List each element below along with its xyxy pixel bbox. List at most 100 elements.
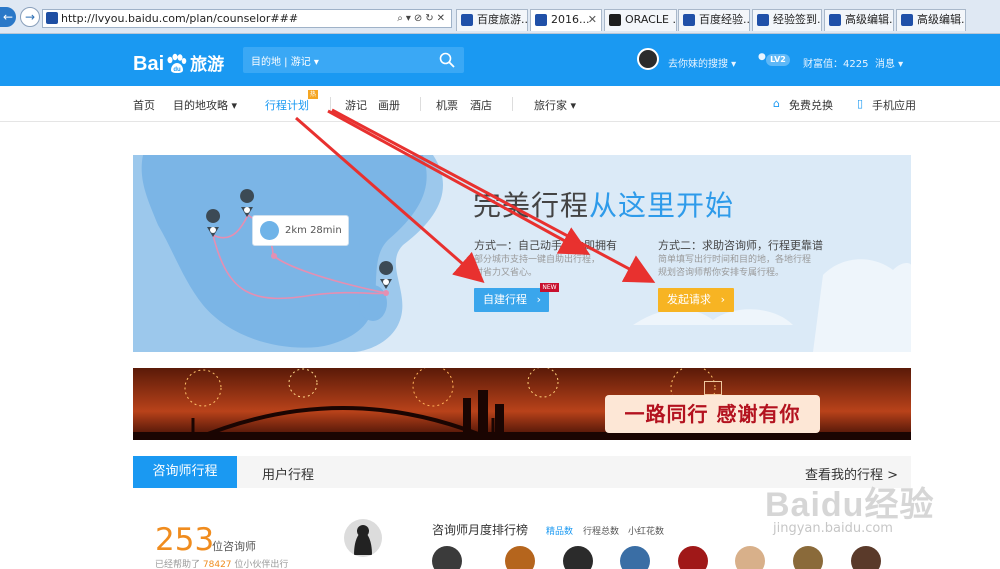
logo-text: Bai: [133, 53, 165, 75]
mode1-desc: 时省力又省心。: [474, 268, 538, 278]
rank-by-flowers[interactable]: 小红花数: [628, 524, 664, 537]
helped-suffix: 位小伙伴出行: [234, 560, 289, 569]
watermark-brand: Baidu经验: [765, 486, 935, 524]
baidu-jingyan-watermark: Baidu经验 jingyan.baidu.com: [765, 477, 935, 536]
tab-favicon-icon: [461, 14, 473, 26]
browser-tab-2[interactable]: 2016... ✕: [530, 9, 602, 31]
forward-button[interactable]: →: [20, 7, 40, 27]
browser-tab-6[interactable]: 高级编辑...: [824, 9, 894, 31]
browser-tab-5[interactable]: 经验签到...: [752, 9, 822, 31]
helped-prefix: 已经帮助了: [155, 560, 201, 569]
nav-item-travelogue[interactable]: 游记: [345, 97, 367, 113]
nav-divider: [330, 97, 331, 111]
banner-title-a: 完美行程: [473, 189, 590, 222]
promo-text: 一路同行 感谢有你: [605, 395, 820, 433]
send-request-button[interactable]: 发起请求 ›: [658, 288, 734, 312]
ranked-consultant-avatar[interactable]: [678, 546, 708, 569]
user-avatar[interactable]: [637, 48, 659, 70]
tab-label: 经验签到...: [773, 13, 821, 26]
tab-label: 百度旅游...: [477, 13, 528, 26]
route-distance-time: 2km 28min: [285, 225, 342, 236]
tab-favicon-icon: [609, 14, 621, 26]
address-url: http://lvyou.baidu.com/plan/counselor###: [61, 12, 299, 25]
ranked-consultant-avatar[interactable]: [432, 546, 462, 569]
banner-title: 完美行程从这里开始: [473, 184, 734, 224]
tab-label: 高级编辑...: [845, 13, 893, 26]
nav-divider: [420, 97, 421, 111]
mode2-title: 方式二：求助咨询师，行程更靠谱: [658, 239, 823, 252]
ranked-consultant-avatar[interactable]: [505, 546, 535, 569]
avatar-image: [354, 525, 372, 555]
watermark-url: jingyan.baidu.com: [773, 521, 893, 536]
tab-label: 百度经验...: [699, 13, 750, 26]
nav-divider: [512, 97, 513, 111]
browser-tab-4[interactable]: 百度经验...: [678, 9, 750, 31]
self-build-trip-button[interactable]: 自建行程 ›: [474, 288, 549, 312]
svg-text:du: du: [173, 67, 181, 73]
new-badge: NEW: [540, 283, 559, 292]
rank-by-quality[interactable]: 精品数: [546, 524, 573, 537]
search-box[interactable]: 目的地 | 游记 ▾: [243, 47, 464, 73]
tab-label: ORACLE ...: [625, 13, 676, 26]
wealth-value: 财富值：4225: [803, 59, 869, 70]
hot-badge: 热: [308, 90, 318, 99]
phone-icon: ▯: [857, 97, 864, 110]
mobile-app-link[interactable]: 手机应用: [872, 97, 916, 113]
mode2-desc: 规划咨询师帮你安排专属行程。: [658, 268, 785, 278]
browser-tab-3[interactable]: ORACLE ...: [604, 9, 677, 31]
nav-item-traveler[interactable]: 旅行家 ▾: [534, 97, 576, 113]
tab-label: 高级编辑...: [917, 13, 965, 26]
ranked-consultant-avatar[interactable]: [563, 546, 593, 569]
browser-tab-1[interactable]: 百度旅游...: [456, 9, 528, 31]
username-menu[interactable]: 去你妹的搜搜 ▾: [668, 55, 736, 70]
rank-by-total[interactable]: 行程总数: [583, 524, 619, 537]
tab-favicon-icon: [683, 14, 695, 26]
helped-summary: 已经帮助了 78427 位小伙伴出行: [155, 557, 288, 569]
logo-product: 旅游: [190, 55, 225, 74]
address-actions-icon[interactable]: ⌕▾⊘↻✕: [397, 10, 448, 27]
tab-favicon-icon: [901, 14, 913, 26]
nav-item-destination-guide[interactable]: 目的地攻略 ▾: [173, 97, 237, 113]
nav-item-album[interactable]: 画册: [378, 97, 400, 113]
mode1-title: 方式一：自己动手，立即拥有: [474, 239, 617, 252]
close-icon[interactable]: ✕: [588, 10, 597, 30]
site-favicon-icon: [46, 12, 58, 24]
messages-menu[interactable]: 消息 ▾: [875, 55, 903, 70]
gift-icon: ⌂: [773, 97, 780, 110]
baidu-lvyou-logo[interactable]: Bai du 旅游: [133, 50, 224, 76]
tab-favicon-icon: [829, 14, 841, 26]
tab-consultant-trips[interactable]: 咨询师行程: [133, 456, 237, 488]
free-exchange-link[interactable]: 免费兑换: [789, 97, 833, 113]
tab-label: 2016...: [551, 13, 590, 26]
self-build-trip-label: 自建行程: [483, 293, 527, 306]
mode2-desc: 简单填写出行时间和目的地，各地行程: [658, 255, 812, 265]
consultant-avatar[interactable]: [344, 519, 382, 557]
bus-icon: [260, 221, 279, 240]
helped-number: 78427: [202, 560, 232, 569]
ranked-consultant-avatar[interactable]: [851, 546, 881, 569]
ranked-consultant-avatar[interactable]: [793, 546, 823, 569]
level-badge: LV2: [766, 54, 790, 66]
address-bar[interactable]: http://lvyou.baidu.com/plan/counselor###…: [42, 9, 452, 28]
search-icon[interactable]: [438, 51, 456, 69]
paw-icon: du: [167, 53, 187, 73]
ranking-title: 咨询师月度排行榜: [432, 523, 529, 537]
chevron-right-icon: ›: [720, 293, 725, 306]
nav-item-flights[interactable]: 机票: [436, 97, 458, 113]
nav-item-home[interactable]: 首页: [133, 97, 155, 113]
page-root: ← → http://lvyou.baidu.com/plan/counselo…: [0, 0, 1000, 569]
browser-tab-7[interactable]: 高级编辑...: [896, 9, 966, 31]
ranked-consultant-avatar[interactable]: [620, 546, 650, 569]
nav-item-hotels[interactable]: 酒店: [470, 97, 492, 113]
nav-item-trip-plan[interactable]: 行程计划: [265, 97, 309, 113]
ranked-consultant-avatar[interactable]: [735, 546, 765, 569]
consultant-count-unit: 位咨询师: [212, 540, 256, 553]
tab-favicon-icon: [535, 14, 547, 26]
consultant-count: 253: [155, 522, 215, 558]
mode1-desc: 部分城市支持一键自助出行程，: [474, 255, 601, 265]
level-pin-icon: ●: [758, 52, 766, 62]
route-card: 2km 28min: [252, 215, 349, 246]
search-scope-select[interactable]: 目的地 | 游记 ▾: [251, 53, 319, 68]
tab-user-trips[interactable]: 用户行程: [262, 464, 314, 483]
tab-favicon-icon: [757, 14, 769, 26]
